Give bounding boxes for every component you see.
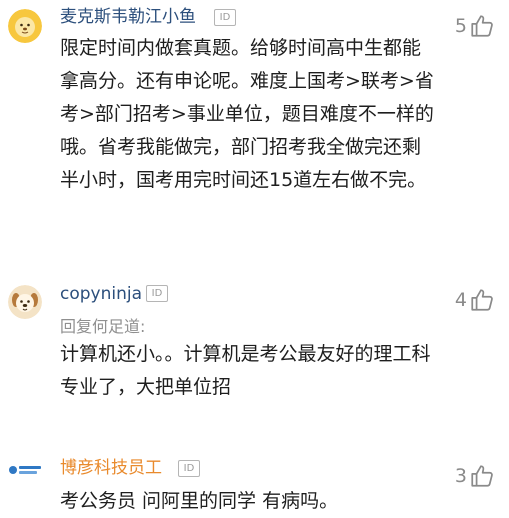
avatar[interactable] [8,285,42,319]
comment-item: 麦克斯韦勒江小鱼 ID 5 限定时间内做套真题。给够时间高中生都能拿高分。还有申… [0,0,509,240]
like-button[interactable]: 5 [455,12,495,40]
comment-text: 考公务员 问阿里的同学 有病吗。 [60,490,339,512]
thumbs-up-icon [469,287,495,313]
username[interactable]: copyninja [60,284,142,304]
avatar[interactable] [8,9,42,43]
like-button[interactable]: 3 [455,462,495,490]
id-badge: ID [146,285,168,302]
like-count: 3 [454,465,467,487]
like-count: 4 [454,289,467,311]
company-logo-icon [9,466,41,474]
lion-avatar-icon [8,9,42,43]
reply-hint: 回复何足道: [60,317,146,336]
id-badge: ID [178,460,200,477]
username[interactable]: 博彦科技员工 [60,458,162,478]
username[interactable]: 麦克斯韦勒江小鱼 [60,7,196,27]
id-badge: ID [214,9,236,26]
like-button[interactable]: 4 [455,286,495,314]
comment-item: 博彦科技员工 ID 3 考公务员 问阿里的同学 有病吗。 [0,445,509,515]
thumbs-up-icon [469,463,495,489]
avatar[interactable] [8,460,44,480]
like-count: 5 [454,15,467,37]
thumbs-up-icon [469,13,495,39]
comment-text: 限定时间内做套真题。给够时间高中生都能拿高分。还有申论呢。难度上国考>联考>省考… [60,37,434,191]
comment-item: copyninja ID 4 回复何足道: 计算机还小。。计算机是考公最友好的理… [0,270,509,410]
comment-text: 计算机还小。。计算机是考公最友好的理工科专业了，大把单位招 [60,343,431,398]
dog-avatar-icon [8,285,42,319]
